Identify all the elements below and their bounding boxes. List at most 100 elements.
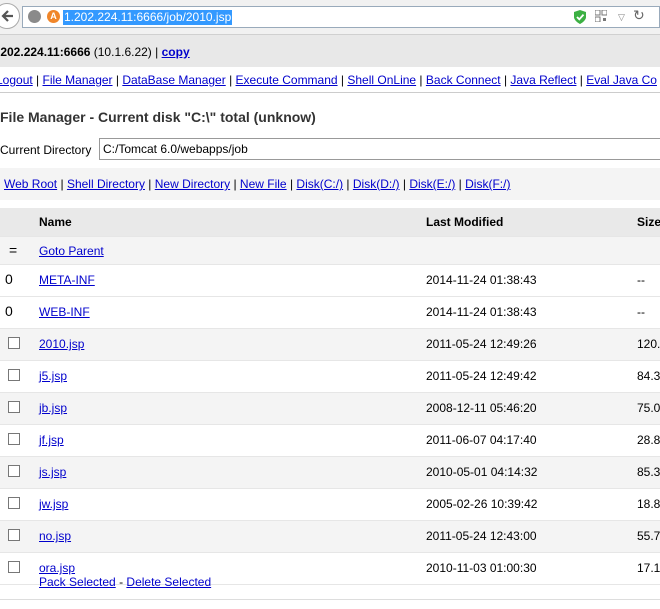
shield-check-icon[interactable] — [573, 9, 587, 25]
file-checkbox[interactable] — [8, 337, 20, 349]
web-root-link[interactable]: Web Root — [4, 177, 57, 191]
dir-size: -- — [637, 273, 645, 287]
url-text[interactable]: 1.202.224.11:6666/job/2010.jsp — [63, 10, 233, 25]
bottom-divider — [0, 599, 660, 600]
disk-e-link[interactable]: Disk(E:/) — [409, 177, 455, 191]
address-bar[interactable]: A 1.202.224.11:6666/job/2010.jsp ▽ ↻ — [22, 6, 660, 28]
file-link[interactable]: js.jsp — [39, 465, 66, 479]
quick-nav: Web Root | Shell Directory | New Directo… — [4, 177, 511, 191]
browser-toolbar: A 1.202.224.11:6666/job/2010.jsp ▽ ↻ — [0, 0, 660, 35]
shell-directory-link[interactable]: Shell Directory — [67, 177, 145, 191]
host-info: .202.224.11:6666 (10.1.6.22) | copy — [0, 45, 190, 59]
table-row: jb.jsp 2008-12-11 05:46:20 75.0 — [0, 393, 660, 425]
reload-icon[interactable]: ↻ — [633, 7, 645, 24]
table-row: 0 META-INF 2014-11-24 01:38:43 -- — [0, 265, 660, 297]
pack-selected-link[interactable]: Pack Selected — [39, 575, 116, 589]
header-size: Size — [637, 215, 660, 229]
current-directory-input[interactable] — [99, 138, 660, 160]
file-modified: 2011-05-24 12:43:00 — [426, 529, 537, 543]
file-modified: 2011-05-24 12:49:26 — [426, 337, 537, 351]
nav-divider — [0, 92, 660, 93]
file-link[interactable]: ora.jsp — [39, 561, 75, 575]
file-checkbox[interactable] — [8, 401, 20, 413]
nav-logout[interactable]: Logout — [0, 73, 33, 87]
qr-code-icon[interactable] — [595, 10, 607, 22]
file-size: 17.1 — [637, 561, 660, 575]
file-link[interactable]: jf.jsp — [39, 433, 64, 447]
host-address: .202.224.11:6666 — [0, 45, 91, 59]
back-button[interactable] — [0, 3, 20, 29]
new-directory-link[interactable]: New Directory — [155, 177, 230, 191]
goto-parent-link[interactable]: Goto Parent — [39, 244, 104, 258]
nav-back-connect[interactable]: Back Connect — [426, 73, 501, 87]
table-header: Name Last Modified Size — [0, 208, 660, 237]
table-row: j5.jsp 2011-05-24 12:49:42 84.3 — [0, 361, 660, 393]
file-link[interactable]: no.jsp — [39, 529, 71, 543]
header-name: Name — [39, 215, 72, 229]
disk-f-link[interactable]: Disk(F:/) — [465, 177, 510, 191]
dir-size: -- — [637, 305, 645, 319]
file-size: 84.3 — [637, 369, 660, 383]
file-size: 55.7 — [637, 529, 660, 543]
file-modified: 2011-05-24 12:49:42 — [426, 369, 537, 383]
globe-icon — [28, 10, 41, 23]
table-row: jf.jsp 2011-06-07 04:17:40 28.8 — [0, 425, 660, 457]
dir-modified: 2014-11-24 01:38:43 — [426, 273, 537, 287]
file-size: 75.0 — [637, 401, 660, 415]
table-row: no.jsp 2011-05-24 12:43:00 55.7 — [0, 521, 660, 553]
file-size: 120. — [637, 337, 660, 351]
file-link[interactable]: 2010.jsp — [39, 337, 84, 351]
file-modified: 2008-12-11 05:46:20 — [426, 401, 537, 415]
copy-link[interactable]: copy — [162, 45, 190, 59]
file-checkbox[interactable] — [8, 369, 20, 381]
file-modified: 2010-05-01 04:14:32 — [426, 465, 538, 479]
file-checkbox[interactable] — [8, 497, 20, 509]
nav-file-manager[interactable]: File Manager — [43, 73, 113, 87]
dir-marker: 0 — [5, 271, 13, 287]
dir-marker: 0 — [5, 303, 13, 319]
table-row: 2010.jsp 2011-05-24 12:49:26 120. — [0, 329, 660, 361]
file-modified: 2011-06-07 04:17:40 — [426, 433, 537, 447]
table-row: 0 WEB-INF 2014-11-24 01:38:43 -- — [0, 297, 660, 329]
host-bar: .202.224.11:6666 (10.1.6.22) | copy — [0, 35, 660, 67]
nav-eval-java-code[interactable]: Eval Java Co — [586, 73, 657, 87]
file-checkbox[interactable] — [8, 465, 20, 477]
goto-parent-row: = Goto Parent — [0, 237, 660, 265]
security-warning-icon[interactable]: A — [47, 10, 60, 23]
nav-database-manager[interactable]: DataBase Manager — [122, 73, 225, 87]
delete-selected-link[interactable]: Delete Selected — [126, 575, 211, 589]
file-modified: 2005-02-26 10:39:42 — [426, 497, 538, 511]
file-checkbox[interactable] — [8, 433, 20, 445]
header-last-modified: Last Modified — [426, 215, 504, 229]
parent-marker: = — [9, 242, 18, 258]
current-directory-label: Current Directory — [0, 143, 92, 157]
table-row: js.jsp 2010-05-01 04:14:32 85.3 — [0, 457, 660, 489]
file-link[interactable]: jb.jsp — [39, 401, 67, 415]
bulk-actions: Pack Selected - Delete Selected — [39, 575, 211, 589]
nav-execute-command[interactable]: Execute Command — [236, 73, 338, 87]
file-size: 85.3 — [637, 465, 660, 479]
new-file-link[interactable]: New File — [240, 177, 287, 191]
file-modified: 2010-11-03 01:00:30 — [426, 561, 537, 575]
page-title: File Manager - Current disk "C:\" total … — [0, 109, 316, 125]
footer-separator: - — [119, 575, 124, 589]
nav-java-reflect[interactable]: Java Reflect — [510, 73, 576, 87]
host-separator: | — [155, 45, 159, 59]
dropdown-arrow-icon[interactable]: ▽ — [618, 12, 625, 23]
dir-link[interactable]: META-INF — [39, 273, 95, 287]
file-size: 28.8 — [637, 433, 660, 447]
disk-c-link[interactable]: Disk(C:/) — [296, 177, 343, 191]
file-link[interactable]: j5.jsp — [39, 369, 67, 383]
file-checkbox[interactable] — [8, 529, 20, 541]
disk-d-link[interactable]: Disk(D:/) — [353, 177, 400, 191]
file-size: 18.8 — [637, 497, 660, 511]
file-link[interactable]: jw.jsp — [39, 497, 68, 511]
dir-link[interactable]: WEB-INF — [39, 305, 90, 319]
file-checkbox[interactable] — [8, 561, 20, 573]
back-arrow-icon — [1, 10, 13, 22]
nav-shell-online[interactable]: Shell OnLine — [347, 73, 416, 87]
main-nav: Logout | File Manager | DataBase Manager… — [0, 73, 657, 87]
host-ip: (10.1.6.22) — [93, 45, 152, 59]
file-table: Name Last Modified Size = Goto Parent 0 … — [0, 208, 660, 585]
table-row: jw.jsp 2005-02-26 10:39:42 18.8 — [0, 489, 660, 521]
